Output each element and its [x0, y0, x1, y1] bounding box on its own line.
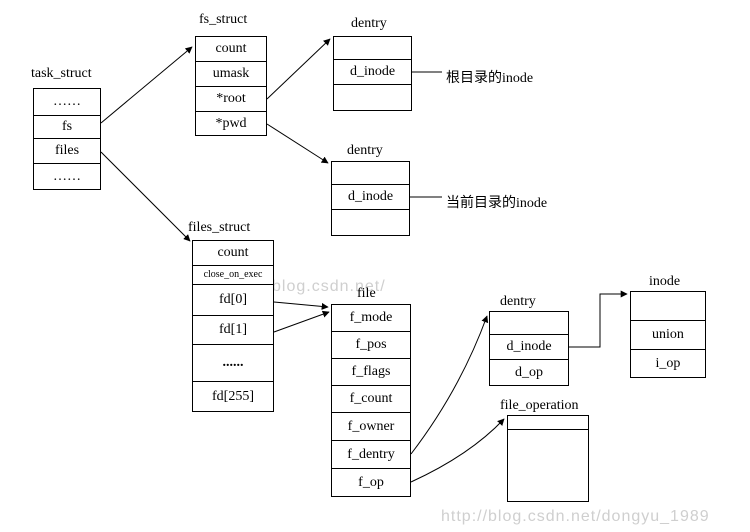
fs-struct-table: count umask *root *pwd — [195, 36, 267, 136]
file-title: file — [357, 286, 376, 302]
inode-title: inode — [649, 274, 680, 290]
empty-cell — [334, 37, 411, 60]
fd1-cell: fd[1] — [193, 316, 273, 345]
ellipsis-cell: …… — [34, 89, 100, 116]
empty-cell — [334, 85, 411, 110]
task-struct-table: …… fs files …… — [33, 88, 101, 190]
f-pos-cell: f_pos — [332, 332, 410, 359]
file-operation-table — [507, 415, 589, 502]
union-cell: union — [631, 321, 705, 350]
f-flags-cell: f_flags — [332, 359, 410, 386]
umask-cell: umask — [196, 62, 266, 87]
dentry-root-table: d_inode — [333, 36, 412, 111]
f-mode-cell: f_mode — [332, 305, 410, 332]
fs-struct-title: fs_struct — [199, 12, 247, 28]
empty-cell — [508, 416, 588, 430]
files-struct-title: files_struct — [188, 220, 250, 236]
task-struct-title: task_struct — [31, 66, 92, 82]
ellipsis-cell: …… — [34, 164, 100, 189]
empty-cell — [508, 430, 588, 500]
f-op-cell: f_op — [332, 469, 410, 496]
dentry-file-table: d_inode d_op — [489, 311, 569, 386]
dentry-root-title: dentry — [351, 16, 387, 32]
f-dentry-cell: f_dentry — [332, 441, 410, 469]
file-table: f_mode f_pos f_flags f_count f_owner f_d… — [331, 304, 411, 497]
d-inode-cell: d_inode — [490, 335, 568, 360]
count-cell: count — [193, 241, 273, 266]
ellipsis-cell: ...... — [193, 345, 273, 382]
d-inode-cell: d_inode — [332, 185, 409, 210]
pwd-cell: *pwd — [196, 112, 266, 135]
diagram-stage: { "titles": { "task_struct": "task_struc… — [0, 0, 750, 532]
count-cell: count — [196, 37, 266, 62]
annotation-root-inode: 根目录的inode — [446, 67, 533, 87]
file-operation-title: file_operation — [500, 398, 579, 414]
inode-table: union i_op — [630, 291, 706, 378]
d-op-cell: d_op — [490, 360, 568, 385]
empty-cell — [490, 312, 568, 335]
d-inode-cell: d_inode — [334, 60, 411, 85]
files-struct-table: count close_on_exec fd[0] fd[1] ...... f… — [192, 240, 274, 412]
empty-cell — [332, 210, 409, 235]
fd0-cell: fd[0] — [193, 285, 273, 316]
dentry-pwd-table: d_inode — [331, 161, 410, 236]
i-op-cell: i_op — [631, 350, 705, 377]
root-cell: *root — [196, 87, 266, 112]
fs-cell: fs — [34, 116, 100, 139]
files-cell: files — [34, 139, 100, 164]
dentry-file-title: dentry — [500, 294, 536, 310]
empty-cell — [332, 162, 409, 185]
f-owner-cell: f_owner — [332, 413, 410, 441]
f-count-cell: f_count — [332, 386, 410, 413]
dentry-pwd-title: dentry — [347, 143, 383, 159]
empty-cell — [631, 292, 705, 321]
close-on-exec-cell: close_on_exec — [193, 266, 273, 285]
fd255-cell: fd[255] — [193, 382, 273, 411]
watermark-text: http://blog.csdn.net/dongyu_1989 — [441, 508, 710, 526]
annotation-pwd-inode: 当前目录的inode — [446, 192, 547, 212]
